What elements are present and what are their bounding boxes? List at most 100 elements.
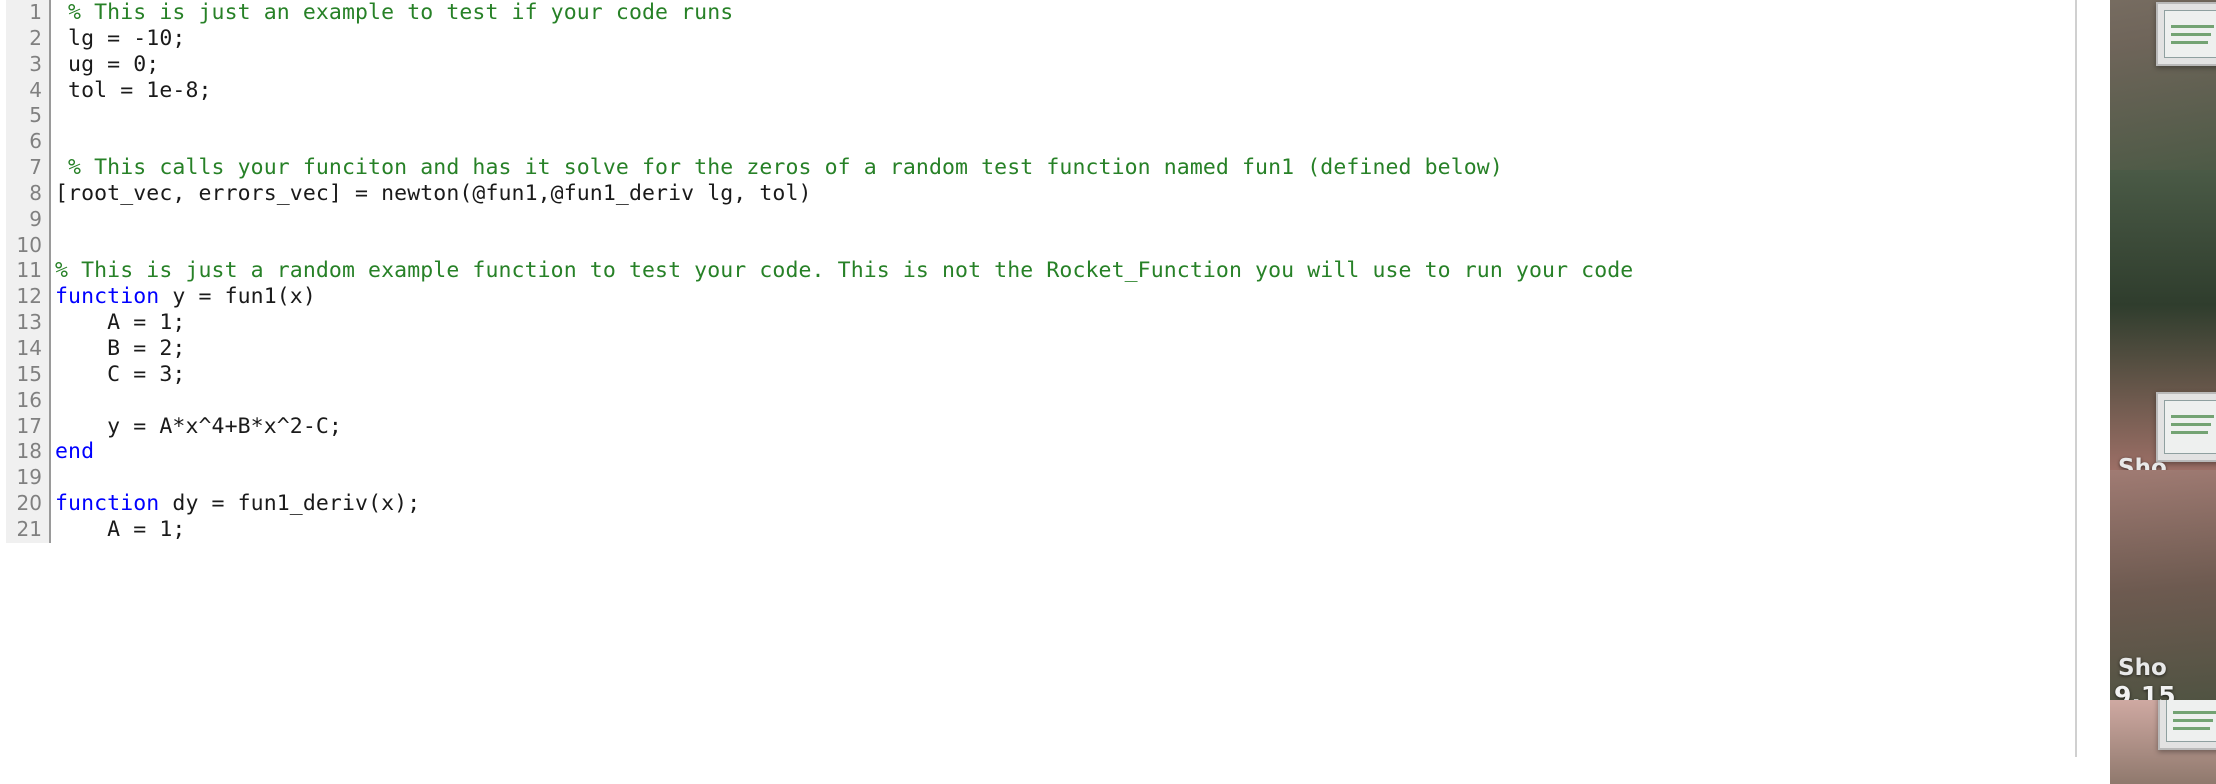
- code-line-text[interactable]: [50, 207, 2075, 233]
- code-line-row[interactable]: 20 function dy = fun1_deriv(x);: [0, 491, 2075, 517]
- code-line-text[interactable]: [50, 465, 2075, 491]
- code-line-row[interactable]: 19: [0, 465, 2075, 492]
- code-token-keyword: function: [55, 491, 160, 517]
- thumbnail-item[interactable]: [2110, 170, 2216, 470]
- code-editor-pane[interactable]: 1 % This is just an example to test if y…: [0, 0, 2075, 784]
- code-line-text[interactable]: lg = -10;: [50, 26, 2075, 52]
- code-line-text[interactable]: [50, 129, 2075, 155]
- thumbnail-item[interactable]: [2110, 700, 2216, 784]
- thumbnail-preview-text-line: [2173, 719, 2213, 722]
- code-token-plain: A = 1;: [55, 310, 186, 336]
- code-line-text[interactable]: B = 2;: [50, 336, 2075, 362]
- code-line-row[interactable]: 13 A = 1;: [0, 310, 2075, 336]
- thumbnail-preview-text-line: [2171, 423, 2211, 426]
- code-line-row[interactable]: 1 % This is just an example to test if y…: [0, 0, 2075, 26]
- code-token-plain: B = 2;: [55, 335, 186, 361]
- thumbnail-preview-text-line: [2171, 431, 2208, 434]
- line-number: 21: [0, 516, 51, 543]
- code-line-text[interactable]: C = 3;: [50, 362, 2075, 388]
- code-token-comment: % This calls your funciton and has it so…: [55, 155, 1503, 181]
- code-token-keyword: end: [55, 439, 95, 465]
- line-number: 6: [0, 129, 51, 156]
- line-number: 14: [0, 335, 51, 362]
- code-token-comment: % This is just an example to test if you…: [55, 0, 734, 25]
- line-number: 17: [0, 413, 51, 440]
- code-line-row[interactable]: 2 lg = -10;: [0, 25, 2075, 52]
- code-line-row[interactable]: 7 % This calls your funciton and has it …: [0, 155, 2075, 181]
- line-number: 19: [0, 465, 51, 492]
- code-line-text[interactable]: [50, 233, 2075, 259]
- code-line-text[interactable]: % This is just an example to test if you…: [50, 0, 2075, 26]
- code-line-text[interactable]: A = 1;: [50, 310, 2075, 336]
- code-line-row[interactable]: 8 [root_vec, errors_vec] = newton(@fun1,@…: [0, 180, 2075, 207]
- code-line-text[interactable]: end: [50, 439, 2075, 465]
- code-line-text[interactable]: % This calls your funciton and has it so…: [50, 155, 2075, 181]
- right-white-gap: [2077, 0, 2110, 784]
- line-number: 4: [0, 77, 51, 104]
- code-line-row[interactable]: 10: [0, 232, 2075, 259]
- code-token-keyword: function: [55, 284, 160, 310]
- code-line-text[interactable]: function dy = fun1_deriv(x);: [50, 491, 2075, 517]
- thumbnail-preview-card: [2156, 392, 2216, 462]
- code-line-text[interactable]: ug = 0;: [50, 52, 2075, 78]
- thumbnail-preview-text-line: [2171, 415, 2214, 418]
- thumbnail-preview-text-line: [2171, 33, 2211, 36]
- thumbnail-strip[interactable]: Sho5.02Sho4.36Sho9.15Sho: [2110, 0, 2216, 784]
- thumbnail-preview-inner: [2164, 400, 2216, 454]
- thumbnail-item[interactable]: [2110, 0, 2216, 170]
- code-line-row[interactable]: 17 y = A*x^4+B*x^2-C;: [0, 413, 2075, 440]
- code-editor-scroll-area[interactable]: 1 % This is just an example to test if y…: [0, 0, 2075, 757]
- screen-root: 1 % This is just an example to test if y…: [0, 0, 2216, 784]
- line-number: 7: [0, 155, 51, 181]
- thumbnail-preview-inner: [2166, 700, 2216, 742]
- line-number: 20: [0, 491, 51, 517]
- thumbnail-caption: Sho: [2118, 655, 2167, 681]
- code-token-plain: A = 1;: [55, 516, 186, 542]
- line-number: 10: [0, 232, 51, 259]
- code-line-row[interactable]: 21 A = 1;: [0, 516, 2075, 543]
- line-number: 18: [0, 439, 51, 466]
- thumbnail-preview-inner: [2164, 10, 2216, 58]
- line-number: 1: [0, 0, 51, 26]
- code-line-text[interactable]: tol = 1e-8;: [50, 78, 2075, 104]
- thumbnail-preview-text-line: [2173, 711, 2216, 714]
- code-line-row[interactable]: 18 end: [0, 439, 2075, 466]
- code-line-row[interactable]: 11% This is just a random example functi…: [0, 258, 2075, 285]
- code-line-text[interactable]: [50, 388, 2075, 414]
- line-number: 9: [0, 206, 51, 233]
- code-token-plain: tol = 1e-8;: [55, 77, 212, 103]
- code-line-text[interactable]: y = A*x^4+B*x^2-C;: [50, 414, 2075, 440]
- code-line-row[interactable]: 6: [0, 129, 2075, 156]
- code-line-row[interactable]: 12 function y = fun1(x): [0, 284, 2075, 311]
- thumbnail-preview-card: [2158, 700, 2216, 750]
- thumbnail-preview-text-line: [2171, 25, 2214, 28]
- code-line-text[interactable]: [50, 103, 2075, 129]
- code-line-row[interactable]: 16: [0, 387, 2075, 414]
- thumbnail-preview-text-line: [2173, 727, 2210, 730]
- line-number: 11: [0, 258, 51, 285]
- code-line-row[interactable]: 4 tol = 1e-8;: [0, 77, 2075, 104]
- thumbnail-preview-card: [2156, 2, 2216, 66]
- code-line-row[interactable]: 5: [0, 103, 2075, 130]
- code-token-comment: % This is just a random example function…: [55, 258, 1634, 284]
- line-number: 8: [0, 180, 51, 207]
- code-line-text[interactable]: A = 1;: [50, 517, 2075, 543]
- code-line-text[interactable]: % This is just a random example function…: [50, 258, 2075, 284]
- code-token-plain: C = 3;: [55, 361, 186, 387]
- code-line-row[interactable]: 3 ug = 0;: [0, 51, 2075, 78]
- code-line-text[interactable]: [root_vec, errors_vec] = newton(@fun1,@f…: [50, 181, 2075, 207]
- code-token-plain: dy = fun1_deriv(x);: [159, 491, 421, 517]
- line-number: 16: [0, 387, 51, 414]
- line-number: 15: [0, 361, 51, 388]
- code-line-row[interactable]: 9: [0, 206, 2075, 233]
- line-number: 3: [0, 51, 51, 78]
- thumbnail-preview-text-line: [2171, 41, 2208, 44]
- line-number: 13: [0, 310, 51, 336]
- code-line-row[interactable]: 15 C = 3;: [0, 361, 2075, 388]
- code-line-text[interactable]: function y = fun1(x): [50, 284, 2075, 310]
- code-line-row[interactable]: 14 B = 2;: [0, 335, 2075, 362]
- code-token-plain: y = fun1(x): [159, 284, 316, 310]
- line-number: 12: [0, 284, 51, 311]
- line-number: 5: [0, 103, 51, 130]
- code-token-plain: ug = 0;: [55, 51, 160, 77]
